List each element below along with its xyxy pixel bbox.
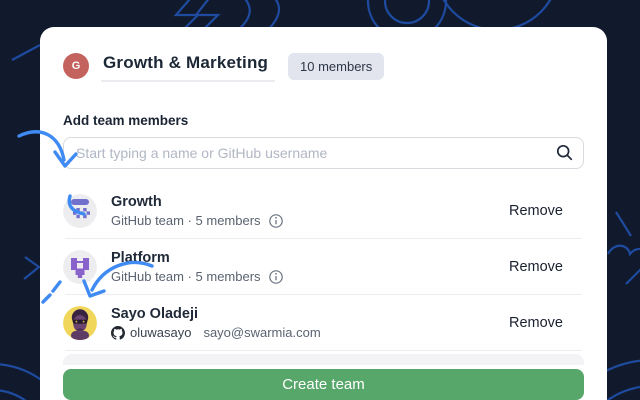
search-icon	[556, 144, 573, 161]
card-header: G Growth & Marketing 10 members	[63, 45, 584, 87]
next-row-peek	[63, 354, 584, 365]
member-row-growth: Growth GitHub team · 5 members Remove	[63, 183, 584, 239]
member-row-platform: Platform GitHub team · 5 members Remove	[63, 239, 584, 295]
team-avatar: G	[63, 53, 89, 79]
member-email: sayo@swarmia.com	[203, 325, 320, 340]
info-icon[interactable]	[269, 270, 283, 284]
members-count-badge: 10 members	[288, 53, 384, 80]
github-icon	[111, 326, 125, 340]
github-team-identicon-icon	[63, 194, 97, 228]
member-meta: GitHub team · 5 members	[111, 269, 283, 284]
remove-button[interactable]: Remove	[509, 259, 584, 275]
remove-button[interactable]: Remove	[509, 315, 584, 331]
team-editor-screen: { "header": { "avatar_letter": "G", "tea…	[0, 0, 640, 400]
member-name: Platform	[111, 250, 283, 266]
info-icon[interactable]	[269, 214, 283, 228]
add-members-label: Add team members	[63, 113, 584, 129]
person-avatar	[63, 306, 97, 340]
member-row-text: Growth GitHub team · 5 members	[111, 194, 283, 228]
member-search-input[interactable]	[63, 137, 584, 169]
github-username: oluwasayo	[111, 325, 191, 340]
member-row-text: Platform GitHub team · 5 members	[111, 250, 283, 284]
member-row-sayo: Sayo Oladeji oluwasayo sayo@swarmia.com …	[63, 295, 584, 351]
create-team-button[interactable]: Create team	[63, 369, 584, 400]
github-team-identicon-icon	[63, 250, 97, 284]
member-row-text: Sayo Oladeji oluwasayo sayo@swarmia.com	[111, 306, 321, 340]
member-name: Growth	[111, 194, 283, 210]
member-search	[63, 137, 584, 169]
remove-button[interactable]: Remove	[509, 203, 584, 219]
team-avatar-letter: G	[72, 60, 81, 72]
team-name-input[interactable]: Growth & Marketing	[101, 51, 275, 82]
member-name: Sayo Oladeji	[111, 306, 321, 322]
member-list: Growth GitHub team · 5 members Remove	[63, 183, 584, 365]
member-meta: GitHub team · 5 members	[111, 213, 283, 228]
create-team-card: G Growth & Marketing 10 members Add team…	[40, 27, 607, 400]
member-meta: oluwasayo sayo@swarmia.com	[111, 325, 321, 340]
